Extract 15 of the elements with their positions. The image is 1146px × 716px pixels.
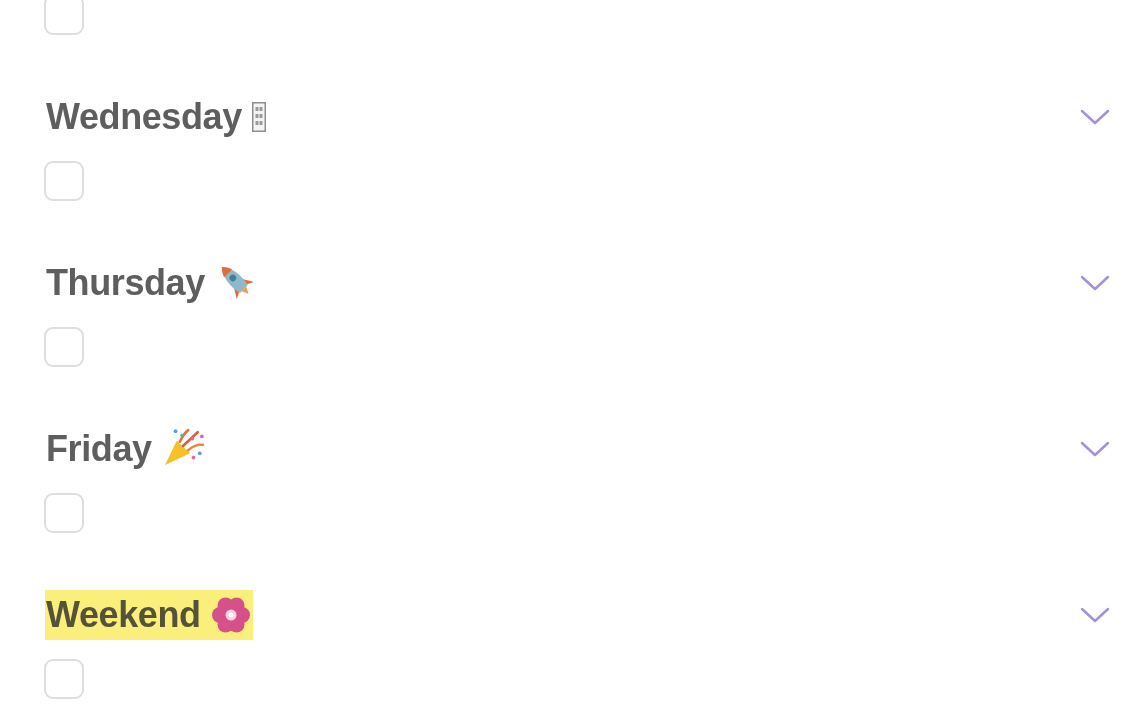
section-title: Thursday [46, 262, 205, 304]
checkbox[interactable] [44, 161, 84, 201]
chevron-down-icon[interactable] [1080, 440, 1110, 458]
section-title: Wednesday [46, 96, 242, 138]
chevron-down-icon[interactable] [1080, 274, 1110, 292]
flower-icon [210, 595, 251, 635]
section-title: Friday [46, 428, 152, 470]
checkbox[interactable] [44, 659, 84, 699]
checkbox[interactable] [44, 327, 84, 367]
checkbox[interactable] [44, 493, 84, 533]
section-title: Weekend [46, 594, 201, 636]
chevron-down-icon[interactable] [1080, 606, 1110, 624]
missing-glyph-icon [251, 102, 266, 132]
chevron-down-icon[interactable] [1080, 108, 1110, 126]
checkbox[interactable] [44, 0, 84, 35]
